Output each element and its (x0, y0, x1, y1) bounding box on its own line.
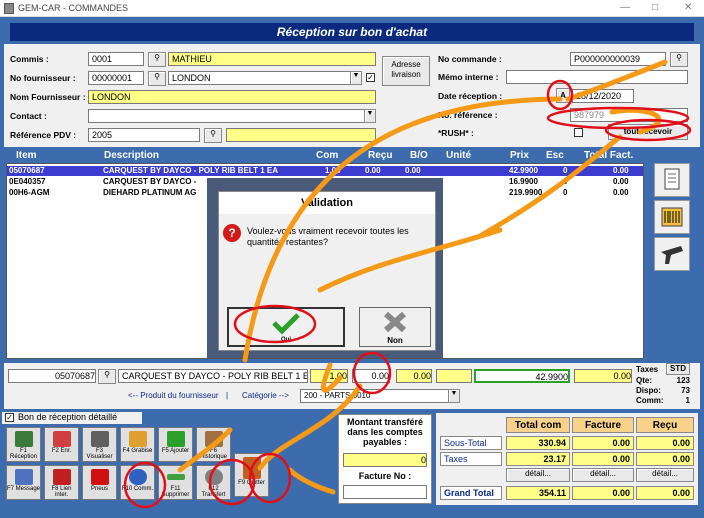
circle-recu (352, 351, 392, 395)
arrow-to-dialog (317, 227, 503, 293)
circle-date-auto (546, 79, 574, 111)
annotation-overlay (123, 59, 692, 509)
annotation-circles (123, 79, 692, 509)
arrow-to-comm (177, 427, 233, 473)
circle-f10 (123, 461, 167, 509)
circle-oui (233, 304, 317, 344)
arrow-to-quitter (287, 467, 336, 495)
arrow-date-auto (565, 59, 668, 102)
arrow-to-tout-recevoir (477, 134, 623, 239)
circle-f12 (208, 458, 256, 506)
arrow-to-recu (320, 362, 343, 393)
circle-f9 (248, 452, 292, 504)
arrow-to-f10 (242, 96, 563, 363)
